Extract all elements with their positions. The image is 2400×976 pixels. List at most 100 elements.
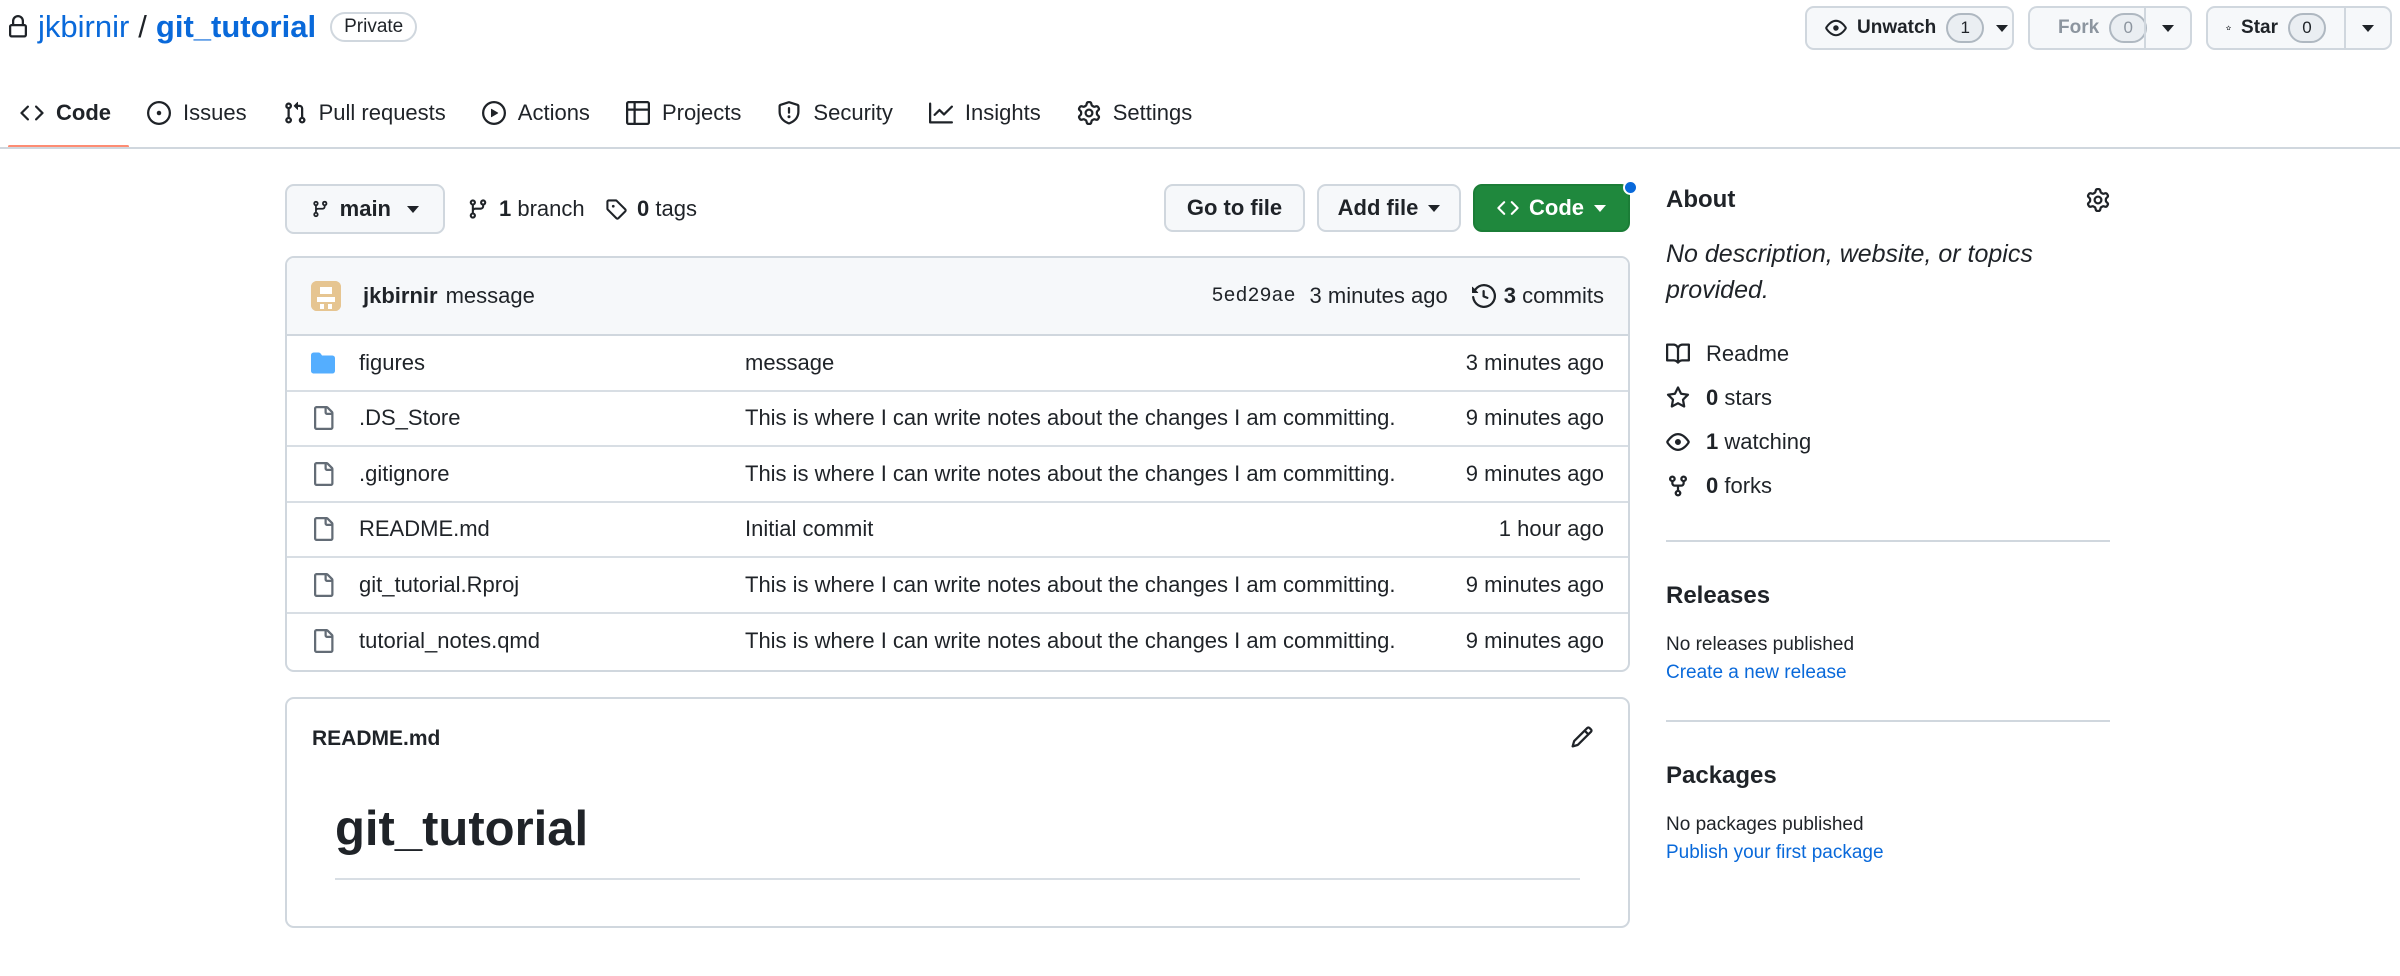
file-commit-message[interactable]: This is where I can write notes about th… (745, 405, 1396, 431)
tab-label: Projects (661, 100, 742, 125)
file-name-link[interactable]: git_tutorial.Rproj (359, 572, 519, 598)
file-commit-time: 9 minutes ago (1465, 460, 1604, 486)
stars-label: stars (1724, 385, 1773, 410)
commit-count: 3 (1503, 283, 1516, 308)
file-commit-message[interactable]: message (745, 350, 834, 376)
releases-title[interactable]: Releases (1666, 582, 2110, 610)
table-row: README.md Initial commit 1 hour ago (287, 503, 1628, 558)
readme-filename[interactable]: README.md (312, 727, 440, 751)
code-button[interactable]: Code (1473, 184, 1630, 232)
add-file-label: Add file (1337, 195, 1419, 220)
commit-message[interactable]: message (446, 283, 535, 309)
packages-title[interactable]: Packages (1666, 762, 2110, 790)
tab-security[interactable]: Security (765, 88, 910, 138)
tab-settings[interactable]: Settings (1065, 88, 1211, 138)
tags-link[interactable]: 0 tags (605, 196, 697, 222)
avatar[interactable] (311, 281, 341, 311)
code-label: Code (1529, 195, 1584, 220)
triangle-down-icon (1594, 204, 1606, 212)
file-commit-message[interactable]: This is where I can write notes about th… (745, 628, 1396, 654)
commit-time: 3 minutes ago (1309, 283, 1448, 308)
about-title: About (1666, 186, 1736, 213)
tab-label: Security (813, 100, 893, 125)
identicon-icon (311, 281, 341, 311)
file-name-link[interactable]: figures (359, 350, 425, 376)
table-row: git_tutorial.Rproj This is where I can w… (287, 558, 1628, 614)
tab-pull-requests[interactable]: Pull requests (271, 88, 464, 138)
file-name-link[interactable]: README.md (359, 516, 490, 542)
tab-label: Pull requests (318, 100, 446, 125)
publish-package-link[interactable]: Publish your first package (1666, 842, 2110, 864)
commits-link[interactable]: 3 commits (1471, 283, 1604, 309)
star-button-group: Star 0 (2206, 6, 2392, 50)
triangle-down-icon (1428, 204, 1441, 212)
sidebar-divider (1666, 540, 2110, 542)
eye-icon (1825, 19, 1847, 37)
file-name-link[interactable]: tutorial_notes.qmd (359, 628, 540, 654)
table-icon (625, 101, 650, 125)
watchers-link[interactable]: 1 watching (1666, 420, 2110, 464)
commit-sha[interactable]: 5ed29ae (1212, 285, 1296, 308)
tab-actions[interactable]: Actions (470, 88, 608, 138)
shield-icon (778, 101, 800, 125)
watch-dropdown-button[interactable] (1992, 8, 2020, 48)
fork-dropdown-button[interactable] (2144, 8, 2190, 48)
tag-label: tags (655, 196, 697, 221)
git-branch-icon (469, 199, 487, 219)
file-name-link[interactable]: .gitignore (359, 461, 450, 487)
code-icon (20, 105, 44, 121)
tab-projects[interactable]: Projects (614, 88, 759, 138)
table-row: .gitignore This is where I can write not… (287, 447, 1628, 503)
file-commit-message[interactable]: This is where I can write notes about th… (745, 572, 1396, 598)
book-icon (1666, 343, 1690, 364)
tab-code[interactable]: Code (8, 88, 129, 148)
git-pull-request-icon (284, 101, 306, 124)
unwatch-button[interactable]: Unwatch 1 (1807, 8, 1992, 48)
commit-count-label: commits (1522, 283, 1604, 308)
readme-heading-divider (335, 878, 1580, 880)
repo-name-link[interactable]: git_tutorial (156, 9, 316, 45)
tab-label: Code (56, 100, 111, 125)
branch-label: branch (517, 196, 585, 221)
star-button[interactable]: Star 0 (2208, 8, 2344, 48)
star-counter: 0 (2288, 13, 2326, 43)
tag-count: 0 (637, 196, 650, 221)
file-list: jkbirnir message 5ed29ae 3 minutes ago 3… (285, 256, 1630, 672)
triangle-down-icon (407, 205, 419, 213)
fork-button-group: Fork 0 (2028, 6, 2192, 50)
branch-select-button[interactable]: main (285, 184, 445, 234)
pencil-icon[interactable] (1570, 725, 1594, 749)
tab-issues[interactable]: Issues (135, 88, 265, 138)
file-commit-message[interactable]: Initial commit (745, 516, 873, 542)
forks-count: 0 (1706, 473, 1719, 498)
stars-link[interactable]: 0 stars (1666, 376, 2110, 420)
file-commit-message[interactable]: This is where I can write notes about th… (745, 461, 1396, 487)
repo-path-separator: / (138, 9, 147, 44)
notification-dot (1623, 180, 1638, 195)
forks-link[interactable]: 0 forks (1666, 464, 2110, 508)
folder-icon (311, 352, 335, 374)
table-row: .DS_Store This is where I can write note… (287, 392, 1628, 447)
tab-label: Insights (964, 100, 1041, 125)
visibility-badge: Private (330, 12, 418, 42)
star-dropdown-button[interactable] (2344, 8, 2390, 48)
fork-button[interactable]: Fork 0 (2030, 8, 2148, 48)
branches-link[interactable]: 1 branch (467, 196, 585, 222)
go-to-file-button[interactable]: Go to file (1164, 184, 1305, 232)
file-commit-time: 9 minutes ago (1465, 628, 1604, 654)
commit-author[interactable]: jkbirnir (363, 283, 438, 309)
gear-icon[interactable] (2086, 188, 2110, 212)
create-release-link[interactable]: Create a new release (1666, 662, 2110, 684)
nav-divider (0, 147, 2400, 149)
triangle-down-icon (1996, 24, 2009, 32)
fork-counter: 0 (2109, 13, 2148, 43)
file-name-link[interactable]: .DS_Store (359, 405, 461, 431)
file-commit-time: 1 hour ago (1498, 516, 1604, 542)
forks-label: forks (1724, 473, 1773, 498)
tab-insights[interactable]: Insights (917, 88, 1059, 138)
watching-label: watching (1724, 429, 1812, 454)
add-file-button[interactable]: Add file (1317, 184, 1461, 232)
repo-owner-link[interactable]: jkbirnir (38, 9, 129, 45)
readme-heading: git_tutorial (335, 802, 589, 856)
readme-link[interactable]: Readme (1666, 332, 2110, 376)
